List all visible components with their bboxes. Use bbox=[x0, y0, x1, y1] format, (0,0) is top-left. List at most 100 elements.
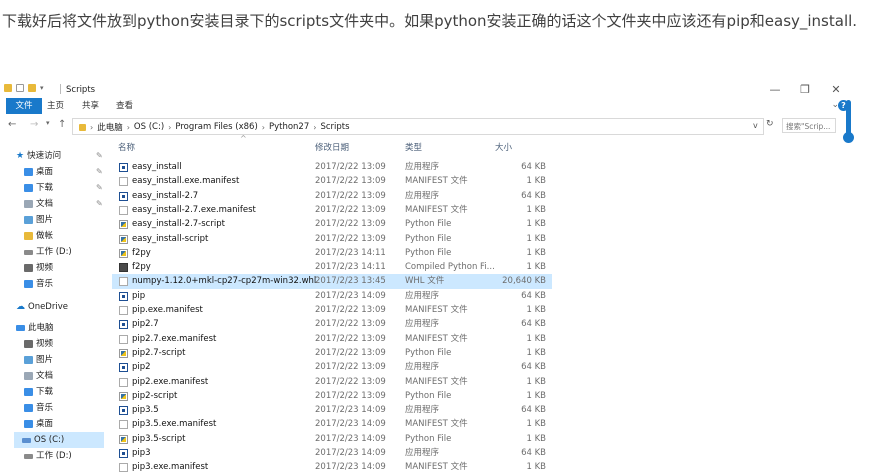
folder-icon bbox=[24, 232, 33, 240]
music-icon bbox=[24, 404, 33, 412]
file-name: pip2.7.exe.manifest bbox=[132, 333, 217, 344]
file-row[interactable]: pip.exe.manifest 2017/2/22 13:09 MANIFEST … bbox=[112, 303, 552, 317]
sidebar-item-pc-desktop[interactable]: 桌面 bbox=[24, 416, 53, 432]
music-icon bbox=[24, 280, 33, 288]
crumb-python27[interactable]: Python27 bbox=[269, 122, 309, 132]
file-row[interactable]: f2py 2017/2/23 14:11 Compiled Python Fi...… bbox=[112, 260, 552, 274]
file-row[interactable]: easy_install 2017/2/22 13:09 应用程序 64 KB bbox=[112, 160, 552, 174]
file-date: 2017/2/22 13:09 bbox=[315, 333, 386, 344]
file-row[interactable]: easy_install-2.7-script 2017/2/22 13:09 Py… bbox=[112, 217, 552, 231]
sidebar-item-pc-music[interactable]: 音乐 bbox=[24, 400, 53, 416]
file-row[interactable]: pip3 2017/2/23 14:09 应用程序 64 KB bbox=[112, 446, 552, 460]
tab-view[interactable]: 查看 bbox=[110, 98, 139, 114]
file-row[interactable]: pip 2017/2/23 14:09 应用程序 64 KB bbox=[112, 289, 552, 303]
sidebar-item-onedrive[interactable]: ☁ OneDrive bbox=[16, 299, 68, 315]
column-header-name[interactable]: 名称 bbox=[118, 140, 135, 156]
file-row[interactable]: pip3.5.exe.manifest 2017/2/23 14:09 MANIFE… bbox=[112, 417, 552, 431]
chevron-right-icon[interactable]: › bbox=[168, 123, 171, 132]
recent-locations-icon[interactable]: ▾ bbox=[46, 119, 50, 127]
file-row[interactable]: easy_install-script 2017/2/22 13:09 Python… bbox=[112, 232, 552, 246]
application-icon bbox=[119, 191, 128, 201]
sidebar-item-os-c[interactable]: OS (C:) bbox=[14, 432, 104, 448]
refresh-icon[interactable]: ↻ bbox=[766, 119, 774, 129]
crumb-scripts[interactable]: Scripts bbox=[320, 122, 349, 132]
address-dropdown-icon[interactable]: v bbox=[753, 121, 758, 130]
file-row[interactable]: easy_install-2.7.exe.manifest 2017/2/22 1… bbox=[112, 203, 552, 217]
pin-icon[interactable]: ✎ bbox=[96, 167, 103, 176]
chevron-right-icon[interactable]: › bbox=[127, 123, 130, 132]
minimize-button[interactable]: — bbox=[767, 83, 783, 96]
file-name: easy_install.exe.manifest bbox=[132, 176, 240, 187]
file-type: Python File bbox=[405, 219, 452, 230]
file-row[interactable]: pip3.5 2017/2/23 14:09 应用程序 64 KB bbox=[112, 403, 552, 417]
sidebar-item-music[interactable]: 音乐 bbox=[24, 276, 53, 292]
file-date: 2017/2/22 13:09 bbox=[315, 204, 386, 215]
drive-icon bbox=[24, 249, 33, 255]
file-row[interactable]: pip3.exe.manifest 2017/2/23 14:09 MANIFEST… bbox=[112, 460, 552, 474]
file-date: 2017/2/23 14:09 bbox=[315, 290, 386, 301]
sidebar-item-label: 图片 bbox=[36, 215, 54, 225]
sidebar-item-bangzhang[interactable]: 做帐 bbox=[24, 228, 53, 244]
column-header-date[interactable]: 修改日期 bbox=[315, 140, 349, 156]
address-bar[interactable]: › 此电脑 › OS (C:) › Program Files (x86) › … bbox=[72, 118, 764, 135]
sidebar-item-pc-videos[interactable]: 视频 bbox=[24, 336, 53, 352]
chevron-right-icon[interactable]: › bbox=[313, 123, 316, 132]
file-row[interactable]: pip2.7-script 2017/2/22 13:09 Python File 1… bbox=[112, 346, 552, 360]
desktop-icon bbox=[24, 168, 33, 176]
pin-icon[interactable]: ✎ bbox=[96, 183, 103, 192]
search-input[interactable]: 搜索"Scrip... bbox=[782, 118, 836, 133]
file-size: 64 KB bbox=[521, 448, 546, 458]
file-type: Python File bbox=[405, 233, 452, 244]
tab-file[interactable]: 文件 bbox=[6, 98, 42, 114]
file-row[interactable]: pip2.7 2017/2/22 13:09 应用程序 64 KB bbox=[112, 317, 552, 331]
breadcrumb: › 此电脑 › OS (C:) › Program Files (x86) › … bbox=[79, 121, 350, 133]
qa-dropdown-icon[interactable]: ▾ bbox=[40, 84, 44, 92]
file-row[interactable]: f2py 2017/2/23 14:11 Python File 1 KB bbox=[112, 246, 552, 260]
chevron-right-icon[interactable]: › bbox=[90, 123, 93, 132]
close-button[interactable]: ✕ bbox=[828, 83, 844, 96]
sidebar-item-pc-pictures[interactable]: 图片 bbox=[24, 352, 53, 368]
file-size: 1 KB bbox=[526, 305, 546, 315]
file-date: 2017/2/22 13:09 bbox=[315, 347, 386, 358]
chevron-right-icon[interactable]: › bbox=[262, 123, 265, 132]
file-row[interactable]: pip2.7.exe.manifest 2017/2/22 13:09 MANIFE… bbox=[112, 332, 552, 346]
sidebar-item-videos[interactable]: 视频 bbox=[24, 260, 53, 276]
crumb-this-pc[interactable]: 此电脑 bbox=[97, 121, 123, 133]
file-row[interactable]: easy_install.exe.manifest 2017/2/22 13:09… bbox=[112, 174, 552, 188]
file-row[interactable]: pip2.exe.manifest 2017/2/22 13:09 MANIFEST… bbox=[112, 375, 552, 389]
file-name: pip2-script bbox=[132, 390, 178, 401]
sidebar-item-pc-downloads[interactable]: 下载 bbox=[24, 384, 53, 400]
sidebar-item-downloads[interactable]: 下载 bbox=[24, 180, 53, 196]
file-size: 1 KB bbox=[526, 176, 546, 187]
back-arrow-icon[interactable]: ← bbox=[8, 119, 16, 130]
sidebar-item-desktop[interactable]: 桌面 bbox=[24, 164, 53, 180]
pin-icon[interactable]: ✎ bbox=[96, 199, 103, 208]
sidebar-item-pc-documents[interactable]: 文档 bbox=[24, 368, 53, 384]
file-type: MANIFEST 文件 bbox=[405, 176, 468, 187]
tab-home[interactable]: 主页 bbox=[41, 98, 70, 114]
file-row[interactable]: pip2-script 2017/2/22 13:09 Python File 1 K… bbox=[112, 389, 552, 403]
sidebar-item-work-d[interactable]: 工作 (D:) bbox=[24, 244, 72, 260]
maximize-button[interactable]: ❐ bbox=[797, 83, 813, 96]
tab-share[interactable]: 共享 bbox=[76, 98, 105, 114]
file-name: f2py bbox=[132, 262, 151, 273]
sidebar-item-quick-access[interactable]: ★ 快速访问 bbox=[16, 148, 61, 164]
file-row[interactable]: easy_install-2.7 2017/2/22 13:09 应用程序 64 KB bbox=[112, 189, 552, 203]
file-row[interactable]: pip3.5-script 2017/2/23 14:09 Python File 1… bbox=[112, 432, 552, 446]
pin-icon[interactable]: ✎ bbox=[96, 151, 103, 160]
column-header-size[interactable]: 大小 bbox=[495, 140, 512, 156]
properties-icon[interactable] bbox=[16, 84, 24, 92]
new-folder-icon[interactable] bbox=[28, 84, 36, 92]
file-name: pip2.7 bbox=[132, 319, 159, 330]
file-row[interactable]: numpy-1.12.0+mkl-cp27-cp27m-win32.whl 201… bbox=[112, 274, 552, 289]
crumb-drive[interactable]: OS (C:) bbox=[134, 122, 164, 132]
crumb-program-files[interactable]: Program Files (x86) bbox=[175, 122, 257, 132]
up-arrow-icon[interactable]: ↑ bbox=[58, 119, 66, 130]
forward-arrow-icon[interactable]: → bbox=[30, 119, 38, 130]
column-header-type[interactable]: 类型 bbox=[405, 140, 422, 156]
sidebar-item-this-pc[interactable]: 此电脑 bbox=[16, 320, 54, 336]
sidebar-item-work-d2[interactable]: 工作 (D:) bbox=[24, 448, 72, 464]
sidebar-item-pictures[interactable]: 图片 bbox=[24, 212, 53, 228]
file-row[interactable]: pip2 2017/2/22 13:09 应用程序 64 KB bbox=[112, 360, 552, 374]
sidebar-item-documents[interactable]: 文档 bbox=[24, 196, 53, 212]
